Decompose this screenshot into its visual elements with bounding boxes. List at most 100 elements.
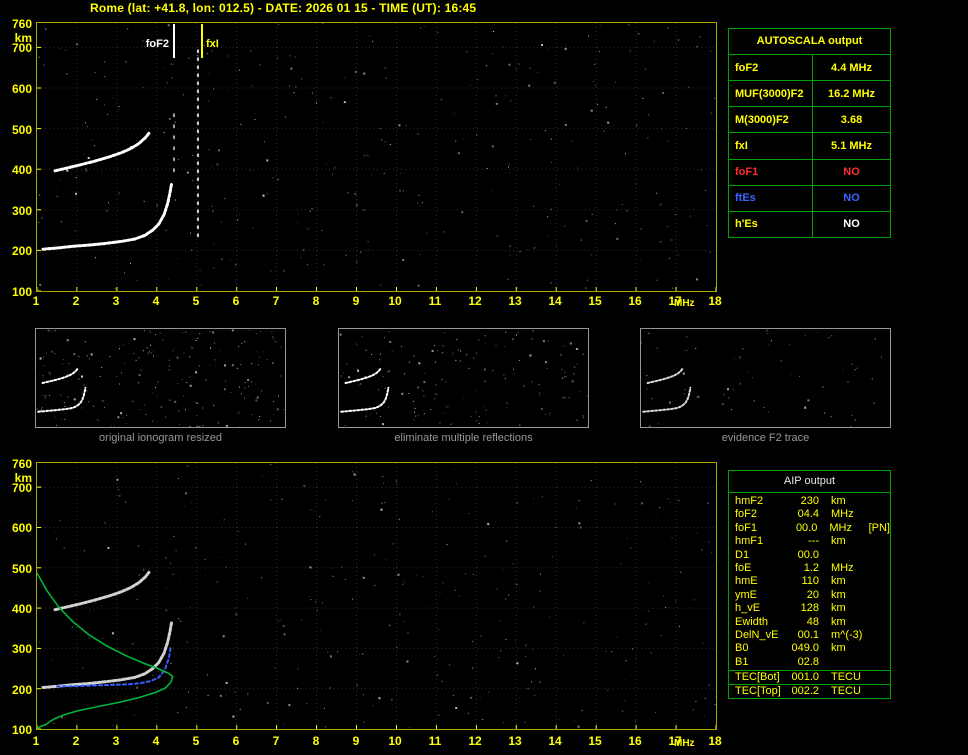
y-axis-tick-label: 700 bbox=[11, 481, 32, 495]
aip-param-unit: TECU bbox=[831, 671, 861, 683]
aip-row-foE: foE 1.2 MHz bbox=[729, 562, 890, 575]
y-axis-tick-label: 300 bbox=[11, 204, 32, 218]
aip-param-value: 110 bbox=[801, 575, 819, 588]
autoscala-param-value: 3.68 bbox=[840, 113, 863, 126]
x-axis-tick-label: 14 bbox=[548, 734, 562, 748]
aip-param-value: 04.4 bbox=[797, 508, 819, 521]
aip-row-foF1: foF1 00.0 MHz [PN] bbox=[729, 522, 890, 535]
autoscala-param-value: 4.4 MHz bbox=[831, 61, 872, 74]
aip-param-value: 230 bbox=[800, 495, 819, 507]
x-axis-tick-label: 18 bbox=[708, 734, 722, 748]
fxi-marker-label: fxI bbox=[206, 38, 219, 50]
fof2-marker-line bbox=[173, 24, 175, 58]
aip-row-B0: B0 049.0 km bbox=[729, 642, 890, 655]
y-axis-tick-label: 300 bbox=[11, 642, 32, 656]
aip-param-label: B1 bbox=[735, 655, 749, 668]
x-axis-tick-label: 16 bbox=[628, 294, 642, 308]
thumbnail-caption-original: original ionogram resized bbox=[99, 432, 222, 444]
aip-param-label: TEC[Bot] bbox=[735, 671, 780, 683]
y-axis-tick-label: 500 bbox=[11, 123, 32, 137]
x-axis-tick-label: 6 bbox=[232, 734, 240, 748]
y-axis-unit-label: km bbox=[14, 471, 32, 485]
ionogram-plot-bottom-with-profile bbox=[36, 462, 717, 730]
x-axis-tick-label: 5 bbox=[192, 294, 200, 308]
aip-param-label: ymE bbox=[735, 588, 757, 601]
aip-param-unit: km bbox=[831, 642, 846, 655]
x-axis-tick-label: 13 bbox=[508, 734, 522, 748]
x-axis-tick-label: 1 bbox=[32, 734, 40, 748]
x-axis-tick-label: 10 bbox=[388, 734, 402, 748]
aip-tec-rows: TEC[Bot] 001.0 TECU TEC[Top] 002.2 TECU bbox=[729, 670, 890, 698]
aip-param-unit: TECU bbox=[831, 685, 861, 697]
aip-param-unit: km bbox=[831, 495, 846, 507]
x-axis-tick-label: 17 bbox=[668, 294, 682, 308]
aip-param-value: 00.1 bbox=[797, 628, 819, 641]
aip-param-unit: km bbox=[831, 588, 846, 601]
autoscala-param-label: foF2 bbox=[729, 55, 813, 81]
y-axis-tick-label: 200 bbox=[11, 683, 32, 697]
aip-param-flag bbox=[871, 642, 890, 655]
x-axis-tick-label: 18 bbox=[708, 294, 722, 308]
aip-param-label: hmF2 bbox=[735, 495, 764, 507]
aip-param-label: Ewidth bbox=[735, 615, 769, 628]
y-axis-tick-label: 700 bbox=[11, 41, 32, 55]
aip-param-unit: MHz bbox=[829, 521, 852, 534]
thumbnail-multiple-reflections-removed bbox=[338, 328, 589, 428]
aip-row-D1: D1 00.0 bbox=[729, 549, 890, 562]
aip-table-header: AIP output bbox=[729, 471, 890, 493]
aip-param-unit: m^(-3) bbox=[831, 628, 863, 641]
x-axis-tick-label: 9 bbox=[352, 294, 360, 308]
autoscala-param-value: NO bbox=[843, 192, 860, 205]
x-axis-tick-label: 7 bbox=[272, 294, 280, 308]
aip-param-value: 128 bbox=[800, 602, 819, 615]
aip-param-label: foF2 bbox=[735, 508, 758, 521]
x-axis-tick-label: 6 bbox=[232, 294, 240, 308]
autoscala-param-label: foF1 bbox=[729, 159, 813, 185]
x-axis-tick-label: 2 bbox=[72, 294, 80, 308]
aip-param-label: D1 bbox=[735, 548, 750, 561]
aip-param-flag bbox=[871, 656, 890, 669]
y-axis-tick-label: 500 bbox=[11, 562, 32, 576]
autoscala-row-foF2: foF2 4.4 MHz bbox=[729, 55, 890, 82]
y-axis-tick-label: 100 bbox=[11, 723, 32, 737]
y-axis-tick-label: 760 bbox=[11, 457, 32, 471]
x-axis-tick-label: 11 bbox=[428, 734, 442, 748]
ionogram-canvas-bottom bbox=[37, 463, 716, 729]
aip-param-unit: km bbox=[831, 615, 846, 628]
aip-param-label: h_vE bbox=[735, 602, 761, 615]
autoscala-row-MUF(3000)F2: MUF(3000)F2 16.2 MHz bbox=[729, 81, 890, 108]
autoscala-param-value: 5.1 MHz bbox=[831, 139, 872, 152]
aip-param-flag bbox=[871, 508, 890, 521]
aip-row-hmE: hmE 110 km bbox=[729, 575, 890, 588]
x-axis-tick-label: 9 bbox=[352, 734, 360, 748]
aip-row-foF2: foF2 04.4 MHz bbox=[729, 508, 890, 521]
aip-param-unit: km bbox=[831, 575, 846, 588]
thumbnail-f2-trace-evidence bbox=[640, 328, 891, 428]
aip-param-flag bbox=[871, 671, 890, 684]
autoscala-param-label: fxI bbox=[729, 133, 813, 159]
thumbnail-caption-filtered: eliminate multiple reflections bbox=[394, 432, 533, 444]
aip-param-flag bbox=[871, 495, 890, 508]
aip-param-unit: km bbox=[831, 535, 846, 548]
x-axis-tick-label: 8 bbox=[312, 734, 320, 748]
x-axis-tick-label: 15 bbox=[588, 294, 602, 308]
thumbnail-canvas-f2-trace bbox=[641, 329, 882, 427]
autoscala-param-label: h'Es bbox=[729, 211, 813, 237]
x-axis-tick-label: 10 bbox=[388, 294, 402, 308]
autoscala-row-foF1: foF1 NO bbox=[729, 159, 890, 186]
aip-param-unit bbox=[819, 549, 871, 562]
aip-param-label: B0 bbox=[735, 642, 749, 655]
autoscala-table-rows: foF2 4.4 MHz MUF(3000)F2 16.2 MHz M(3000)F2 3… bbox=[729, 55, 890, 237]
autoscala-table-header: AUTOSCALA output bbox=[729, 29, 890, 55]
x-axis-tick-label: 14 bbox=[548, 294, 562, 308]
autoscala-row-fxI: fxI 5.1 MHz bbox=[729, 133, 890, 160]
y-axis-tick-label: 200 bbox=[11, 244, 32, 258]
y-axis-tick-label: 600 bbox=[11, 521, 32, 535]
aip-table-rows: hmF2 230 km foF2 04.4 MHz foF1 00.0 MHz [PN] hmF1 -… bbox=[729, 493, 890, 669]
x-axis-tick-label: 15 bbox=[588, 734, 602, 748]
aip-param-flag bbox=[871, 602, 890, 615]
aip-param-flag bbox=[871, 589, 890, 602]
aip-param-label: TEC[Top] bbox=[735, 685, 781, 697]
ionogram-plot-top: foF2 fxI bbox=[36, 22, 717, 292]
autoscala-row-h'Es: h'Es NO bbox=[729, 211, 890, 237]
